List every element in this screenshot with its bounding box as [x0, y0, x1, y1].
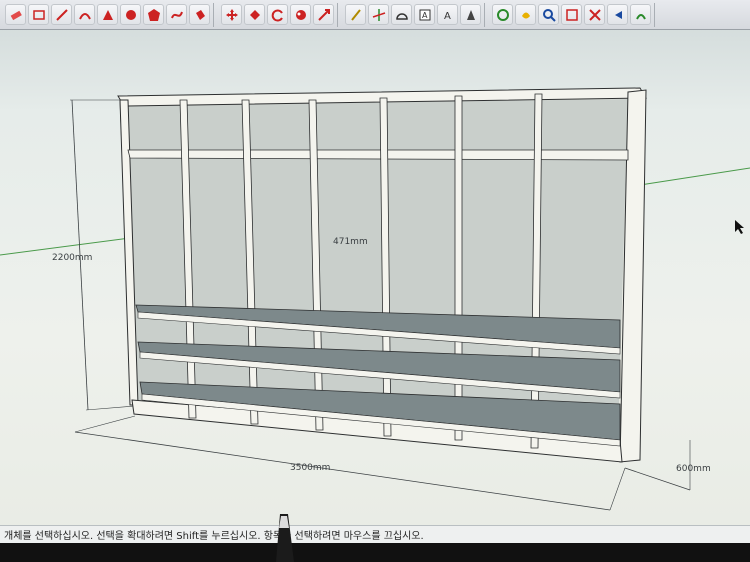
pan-icon[interactable] — [515, 4, 536, 25]
circle-icon[interactable] — [120, 4, 141, 25]
text-icon[interactable]: A — [414, 4, 435, 25]
toolbar-group-modify — [218, 2, 338, 27]
stylus-pen-icon — [276, 514, 294, 562]
mouse-cursor-icon — [735, 220, 744, 234]
inner-width-dimension-label: 471mm — [333, 237, 368, 247]
model-viewport[interactable]: 2200mm 471mm 3500mm 600mm — [0, 31, 750, 525]
push-pull-icon[interactable] — [244, 4, 265, 25]
status-message: 개체를 선택하십시오. 선택을 확대하려면 Shift를 누르십시오. 항목을 … — [4, 531, 424, 542]
toolbar-group-drawing — [2, 2, 214, 27]
monitor-bezel — [0, 543, 750, 562]
toolbar-group-construction: A A — [342, 2, 485, 27]
cabinet-model[interactable] — [117, 87, 647, 463]
svg-text:A: A — [444, 11, 451, 22]
sketchup-window: A A 2200mm 471mm 3500mm 600mm 개체를 선택하십시오… — [0, 0, 750, 562]
green-axis-line-right — [639, 167, 750, 186]
paint-bucket-icon[interactable] — [189, 4, 210, 25]
zoom-extents-icon[interactable] — [584, 4, 605, 25]
line-icon[interactable] — [51, 4, 72, 25]
eraser-icon[interactable] — [5, 4, 26, 25]
section-plane-icon[interactable] — [460, 4, 481, 25]
height-dimension-label: 2200mm — [52, 253, 92, 263]
protractor-icon[interactable] — [391, 4, 412, 25]
orbit-icon[interactable] — [492, 4, 513, 25]
rotate-icon[interactable] — [267, 4, 288, 25]
zoom-icon[interactable] — [538, 4, 559, 25]
svg-text:A: A — [422, 11, 428, 20]
3d-text-icon[interactable]: A — [437, 4, 458, 25]
tape-measure-icon[interactable] — [345, 4, 366, 25]
rectangle-icon[interactable] — [28, 4, 49, 25]
toolbar-group-camera — [489, 2, 655, 27]
walk-icon[interactable] — [630, 4, 651, 25]
status-bar: 개체를 선택하십시오. 선택을 확대하려면 Shift를 누르십시오. 항목을 … — [0, 525, 750, 543]
arc-icon[interactable] — [74, 4, 95, 25]
previous-view-icon[interactable] — [607, 4, 628, 25]
shape-icon[interactable] — [97, 4, 118, 25]
follow-me-icon[interactable] — [290, 4, 311, 25]
polygon-icon[interactable] — [143, 4, 164, 25]
main-toolbar: A A — [0, 0, 750, 30]
move-icon[interactable] — [221, 4, 242, 25]
axes-icon[interactable] — [368, 4, 389, 25]
depth-dimension-label: 600mm — [676, 464, 711, 474]
width-dimension-label: 3500mm — [290, 463, 330, 473]
freehand-icon[interactable] — [166, 4, 187, 25]
zoom-window-icon[interactable] — [561, 4, 582, 25]
scale-icon[interactable] — [313, 4, 334, 25]
